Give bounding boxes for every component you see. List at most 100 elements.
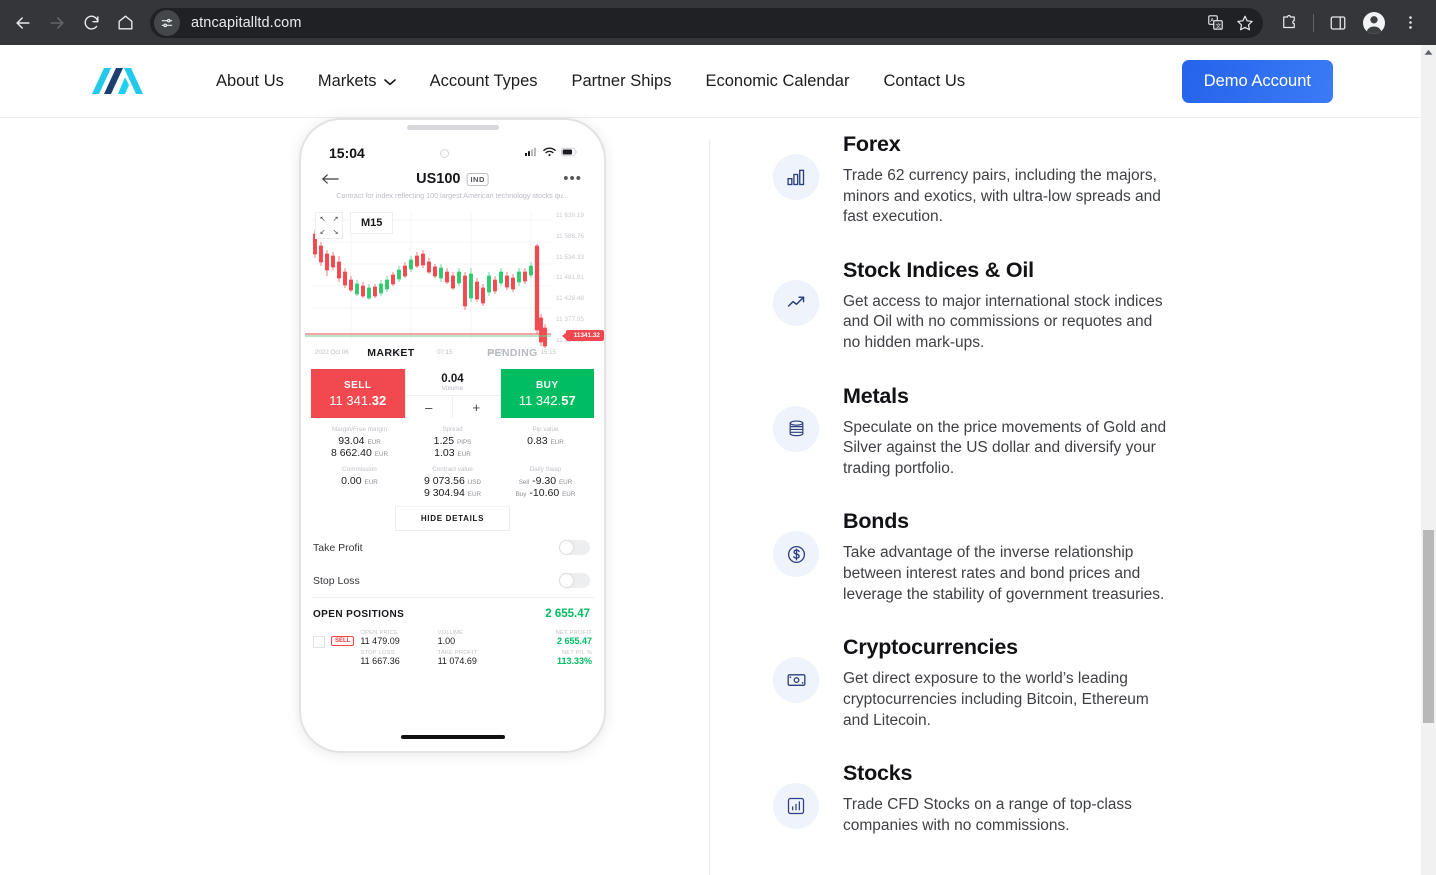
profile-avatar[interactable] — [1359, 8, 1389, 38]
feature-text: Metals Speculate on the price movements … — [843, 384, 1173, 480]
back-button[interactable] — [8, 8, 38, 38]
info-number: 1.25 — [433, 435, 455, 447]
camera-dot-icon — [440, 148, 450, 158]
info-caption: Daily Swap — [529, 466, 562, 473]
feature-stock-indices-oil: Stock Indices & Oil Get access to major … — [773, 258, 1421, 354]
info-prefix: Buy — [515, 491, 527, 498]
feature-title: Forex — [843, 132, 901, 156]
web-page: About Us Markets Account Types Partner S… — [0, 45, 1421, 875]
stop-loss-toggle[interactable] — [559, 573, 590, 588]
volume-value: 0.04 — [441, 372, 464, 385]
volume-decrease-button[interactable]: – — [406, 396, 453, 418]
info-unit: EUR — [457, 451, 471, 458]
chart-square-icon — [773, 783, 819, 830]
nav-label: About Us — [216, 71, 284, 90]
info-number: 1.03 — [434, 447, 455, 459]
buy-price: 11 342.57 — [519, 393, 576, 408]
stop-loss-label: Stop Loss — [313, 574, 360, 587]
nav-item-partner-ships[interactable]: Partner Ships — [572, 72, 672, 91]
position-volume: VOLUME 1.00 — [438, 628, 515, 648]
reload-button[interactable] — [76, 8, 106, 38]
info-value-1: 1.25 PIPS — [406, 435, 499, 447]
side-panel-icon[interactable] — [1323, 8, 1353, 38]
instrument-subtitle: Contract for index reflecting 100 larges… — [336, 191, 569, 200]
info-number: 8 662.40 — [330, 447, 372, 459]
take-profit-row: Take Profit — [301, 531, 604, 564]
scroll-up-arrow-icon[interactable] — [1421, 45, 1436, 60]
nav-label: Partner Ships — [571, 71, 672, 90]
position-checkbox[interactable] — [313, 636, 325, 648]
volume-stepper: 0.04 Volume – + — [404, 369, 501, 418]
feature-description: Get direct exposure to the world’s leadi… — [843, 670, 1149, 729]
nav-item-contact-us[interactable]: Contact Us — [883, 72, 965, 91]
nav-label: Markets — [317, 71, 377, 90]
cellular-signal-icon — [525, 144, 538, 162]
position-row[interactable]: SELL OPEN PRICE 11 479.09 VOLUME 1.00 NE… — [301, 624, 604, 668]
info-prefix: Sell — [518, 479, 530, 486]
cell-value: 11 479.09 — [360, 636, 400, 646]
fullscreen-icon[interactable]: ↖ ↗ ↙ ↘ — [315, 212, 343, 239]
forward-button[interactable] — [42, 8, 72, 38]
demo-account-button[interactable]: Demo Account — [1181, 59, 1333, 103]
phone-mockup-column: 15:04 US100 IND ••• Contract for index r… — [0, 118, 709, 875]
price-tick: 11 481.91 — [556, 274, 584, 282]
feature-description: Speculate on the price movements of Gold… — [843, 418, 1167, 477]
take-profit-toggle[interactable] — [559, 540, 590, 555]
volume-increase-button[interactable]: + — [452, 396, 500, 418]
instrument-title: US100 IND — [416, 171, 489, 187]
bookmark-star-icon[interactable] — [1231, 9, 1259, 37]
nav-item-markets[interactable]: Markets — [318, 72, 396, 91]
tab-market[interactable]: MARKET — [367, 347, 414, 359]
feature-description: Trade 62 currency pairs, including the m… — [843, 167, 1161, 226]
position-line: STOP LOSS 11 667.36 TAKE PROFIT 11 074.6… — [360, 648, 592, 668]
nav-item-about-us[interactable]: About Us — [216, 72, 284, 91]
column-divider — [709, 140, 710, 875]
atn-capital-logo[interactable] — [90, 64, 148, 98]
nav-item-account-types[interactable]: Account Types — [430, 72, 538, 91]
open-positions-title: OPEN POSITIONS — [313, 608, 405, 620]
info-number: 0.00 — [341, 475, 362, 487]
info-caption: Margin/Free margin — [332, 426, 387, 433]
buy-price-decimals: 57 — [561, 392, 576, 408]
info-value-2: Buy -10.60 EUR — [499, 487, 592, 499]
scrollbar-thumb[interactable] — [1423, 530, 1434, 723]
chart-tools: ↖ ↗ ↙ ↘ M15 — [315, 212, 394, 239]
info-unit: EUR — [550, 439, 564, 446]
nav-item-economic-calendar[interactable]: Economic Calendar — [705, 72, 849, 91]
feature-cryptocurrencies: Cryptocurrencies Get direct exposure to … — [773, 635, 1421, 731]
feature-title: Metals — [843, 383, 909, 408]
buy-button[interactable]: BUY 11 342.57 — [500, 369, 594, 418]
info-caption: Spread — [442, 426, 463, 433]
tab-pending[interactable]: PENDING — [487, 347, 538, 359]
page-content: 15:04 US100 IND ••• Contract for index r… — [0, 118, 1421, 875]
home-button[interactable] — [110, 8, 140, 38]
site-info-icon[interactable] — [154, 9, 180, 36]
translate-icon[interactable]: A文 — [1201, 9, 1229, 37]
sell-price: 11 341.32 — [329, 393, 386, 408]
phone-speaker — [406, 125, 499, 130]
feature-description: Get access to major international stock … — [843, 292, 1163, 352]
position-take-profit: TAKE PROFIT 11 074.69 — [438, 648, 515, 668]
sell-price-decimals: 32 — [371, 392, 387, 408]
cell-value: 1.00 — [437, 636, 456, 646]
feature-title: Stock Indices & Oil — [843, 257, 1034, 282]
sell-button[interactable]: SELL 11 341.32 — [311, 369, 405, 418]
address-bar[interactable]: atncapitalltd.com A文 — [150, 7, 1263, 38]
page-scrollbar[interactable] — [1421, 45, 1436, 875]
timeframe-button[interactable]: M15 — [350, 212, 394, 234]
info-unit: EUR — [562, 491, 576, 498]
feature-text: Bonds Take advantage of the inverse rela… — [843, 509, 1173, 605]
nav-label: Economic Calendar — [705, 71, 850, 90]
avatar — [1363, 11, 1385, 34]
info-commission: Commission 0.00 EUR — [313, 466, 406, 499]
home-indicator — [400, 735, 505, 739]
chrome-menu-icon[interactable] — [1395, 8, 1425, 38]
price-chart[interactable]: ↖ ↗ ↙ ↘ M15 11 639.19 11 586.76 11 534.3… — [301, 206, 604, 358]
extensions-icon[interactable] — [1274, 8, 1304, 38]
hide-details-button[interactable]: HIDE DETAILS — [395, 506, 510, 531]
more-horizontal-icon[interactable]: ••• — [563, 172, 582, 186]
arrow-left-icon[interactable] — [321, 171, 339, 188]
feature-metals: Metals Speculate on the price movements … — [773, 384, 1421, 480]
phone-title-bar: US100 IND ••• — [301, 164, 604, 190]
info-number: -10.60 — [529, 487, 560, 499]
